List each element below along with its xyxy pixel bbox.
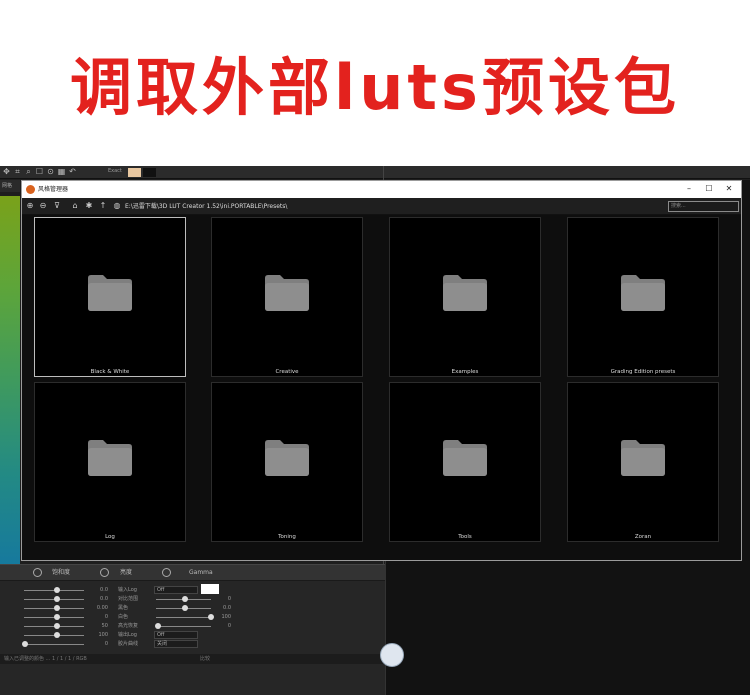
- folder-tile[interactable]: Zoran: [567, 382, 719, 542]
- slider-row[interactable]: 100: [0, 631, 115, 640]
- bottom-controls: 饱和度 亮度 Gamma 0.0 0.0 0.00 0 50 100 0 输入L…: [0, 564, 385, 695]
- slider-row[interactable]: 0.0: [0, 586, 115, 595]
- minimize-icon[interactable]: –: [682, 182, 696, 196]
- tab-saturation[interactable]: 饱和度: [52, 568, 70, 578]
- globe-icon[interactable]: ◍: [112, 201, 122, 211]
- compare-handle[interactable]: [380, 643, 404, 667]
- reset-icon[interactable]: [33, 568, 42, 577]
- maximize-icon[interactable]: ☐: [702, 182, 716, 196]
- exact-label[interactable]: Exact: [108, 167, 122, 176]
- hand-icon[interactable]: ☐: [35, 167, 44, 176]
- folder-label: Grading Edition presets: [610, 369, 676, 375]
- white-color-swatch[interactable]: [201, 584, 219, 594]
- window-titlebar: 风格管理器 – ☐ ✕: [22, 181, 741, 198]
- grid-icon[interactable]: ▦: [57, 167, 66, 176]
- toolbar-tools: ✥ ⌗ ⌕ ☐ ⊙ ▦ ↶: [2, 167, 77, 176]
- path-breadcrumb[interactable]: E:\迅雷下载\3D LUT Creator 1.52\ini.PORTABLE…: [125, 200, 287, 213]
- slider-row[interactable]: 50: [0, 622, 115, 631]
- left-panel-tab[interactable]: 网格: [0, 180, 20, 192]
- folder-grid: Black & White Creative Examples Grading …: [34, 217, 734, 547]
- folder-label: Black & White: [90, 369, 130, 375]
- folder-icon: [443, 440, 487, 476]
- color-wheel-view[interactable]: [0, 196, 20, 566]
- picker-icon[interactable]: ⊙: [46, 167, 55, 176]
- folder-icon: [265, 440, 309, 476]
- banner: 调取外部luts预设包: [0, 0, 750, 166]
- reset-icon[interactable]: [100, 568, 109, 577]
- zoom-icon[interactable]: ⌕: [24, 167, 33, 176]
- color-swatch-dark[interactable]: [143, 168, 156, 177]
- folder-tile[interactable]: Grading Edition presets: [567, 217, 719, 377]
- crop-icon[interactable]: ⌗: [13, 167, 22, 176]
- folder-icon: [88, 440, 132, 476]
- undo-icon[interactable]: ↶: [68, 167, 77, 176]
- zoom-in-icon[interactable]: ⊕: [25, 201, 35, 211]
- browser-toolbar: ⊕ ⊖ ⊽ ⌂ ✱ ↑ ◍ E:\迅雷下载\3D LUT Creator 1.5…: [22, 198, 741, 215]
- app-icon: [26, 185, 35, 194]
- slider-row[interactable]: 0.00: [0, 604, 115, 613]
- star-icon[interactable]: ✱: [84, 201, 94, 211]
- filter-icon[interactable]: ⊽: [52, 201, 62, 211]
- window-title: 风格管理器: [38, 186, 69, 193]
- up-icon[interactable]: ↑: [98, 201, 108, 211]
- slider-row[interactable]: 0: [0, 640, 115, 649]
- close-icon[interactable]: ✕: [722, 182, 736, 196]
- zoom-out-icon[interactable]: ⊖: [38, 201, 48, 211]
- log-controls: 输入Log Off 对比范围 0 黑色 0.0 白色 100 高光恢复 0 输出Log Of…: [118, 586, 231, 648]
- folder-label: Toning: [278, 534, 296, 540]
- preset-browser-window: 风格管理器 – ☐ ✕ ⊕ ⊖ ⊽ ⌂ ✱ ↑ ◍ E:\迅雷下载\3D LUT…: [21, 180, 742, 561]
- app-toolbar: ✥ ⌗ ⌕ ☐ ⊙ ▦ ↶ Exact: [0, 166, 750, 179]
- output-log-select[interactable]: Off: [154, 631, 198, 639]
- folder-label: Log: [105, 534, 115, 540]
- folder-tile[interactable]: Examples: [389, 217, 541, 377]
- bottom-tab-bar: 饱和度 亮度 Gamma: [0, 564, 385, 581]
- folder-icon: [621, 275, 665, 311]
- slider-row[interactable]: 0: [0, 613, 115, 622]
- slider-row[interactable]: 0.0: [0, 595, 115, 604]
- folder-tile[interactable]: Creative: [211, 217, 363, 377]
- folder-label: Tools: [458, 534, 472, 540]
- move-icon[interactable]: ✥: [2, 167, 11, 176]
- reset-icon[interactable]: [162, 568, 171, 577]
- folder-icon: [621, 440, 665, 476]
- folder-tile[interactable]: Black & White: [34, 217, 186, 377]
- highlight-knob[interactable]: [155, 623, 161, 629]
- tab-gamma[interactable]: Gamma: [189, 568, 213, 578]
- home-icon[interactable]: ⌂: [70, 201, 80, 211]
- folder-icon: [443, 275, 487, 311]
- film-curve-select[interactable]: 关闭: [154, 640, 198, 648]
- folder-label: Zoran: [634, 534, 652, 540]
- color-swatch-skin[interactable]: [128, 168, 141, 177]
- folder-label: Creative: [275, 369, 299, 375]
- folder-tile[interactable]: Toning: [211, 382, 363, 542]
- folder-label: Examples: [451, 369, 479, 375]
- banner-title: 调取外部luts预设包: [70, 51, 680, 124]
- input-log-select[interactable]: Off: [154, 586, 198, 594]
- tab-brightness[interactable]: 亮度: [120, 568, 132, 578]
- status-bar: 输入已调整的颜色 ... 1 / 1 / 1 / RGB 比较: [0, 654, 385, 664]
- folder-tile[interactable]: Tools: [389, 382, 541, 542]
- contrast-knob[interactable]: [182, 596, 188, 602]
- folder-icon: [88, 275, 132, 311]
- folder-icon: [265, 275, 309, 311]
- slider-column: 0.0 0.0 0.00 0 50 100 0: [0, 586, 115, 649]
- black-knob[interactable]: [182, 605, 188, 611]
- search-input[interactable]: 搜索...: [668, 201, 739, 212]
- folder-tile[interactable]: Log: [34, 382, 186, 542]
